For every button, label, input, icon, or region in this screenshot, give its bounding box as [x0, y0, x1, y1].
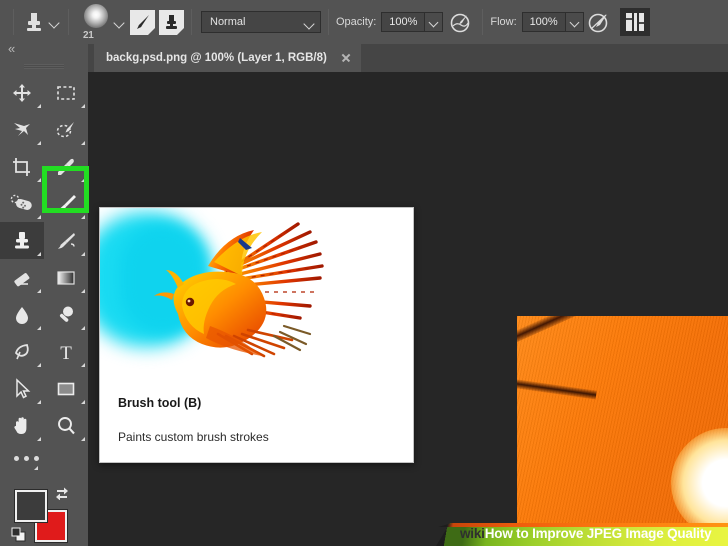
- brush-preview-circle[interactable]: 21: [78, 3, 112, 41]
- sidebar-item-gradient-tool[interactable]: [44, 259, 88, 296]
- brush-tip-preview: [84, 4, 108, 28]
- watermark-title: to Improve JPEG Image Quality: [512, 526, 712, 541]
- flyout-corner-icon: [81, 400, 85, 404]
- flow-chevron-down-icon[interactable]: [565, 12, 584, 32]
- options-bar-separator-4: [482, 9, 484, 35]
- sidebar-item-rectangle-tool[interactable]: [44, 370, 88, 407]
- flyout-corner-icon: [37, 215, 41, 219]
- tooltip-description: Paints custom brush strokes: [118, 430, 269, 444]
- blend-mode-chevron-down-icon[interactable]: [302, 14, 316, 32]
- flyout-corner-icon: [37, 289, 41, 293]
- flyout-corner-icon: [81, 178, 85, 182]
- tooltip-text-block: Brush tool (B) Paints custom brush strok…: [100, 378, 413, 444]
- airbrush-icon[interactable]: [586, 9, 614, 35]
- flyout-corner-icon: [81, 252, 85, 256]
- watermark-wiki: wiki: [460, 526, 485, 541]
- brush-preset-chevron-down-icon[interactable]: [112, 13, 126, 31]
- sidebar-item-dodge-tool[interactable]: [44, 296, 88, 333]
- color-swatches: [0, 484, 88, 546]
- options-bar-separator-2: [191, 9, 192, 35]
- swap-colors-icon[interactable]: [55, 486, 69, 501]
- tool-preset-chevron-down-icon[interactable]: [47, 13, 61, 31]
- sidebar-item-lasso-tool[interactable]: [0, 111, 44, 148]
- flyout-corner-icon: [37, 104, 41, 108]
- flyout-corner-icon: [34, 466, 38, 470]
- flyout-corner-icon: [37, 178, 41, 182]
- opacity-label: Opacity:: [336, 16, 377, 28]
- tooltip-preview-image: [100, 208, 413, 378]
- workspace-switcher-icon[interactable]: [619, 8, 650, 36]
- flow-group: Flow: 100%: [490, 12, 584, 32]
- options-bar-separator-1: [68, 9, 69, 35]
- pressure-opacity-icon[interactable]: [447, 9, 475, 35]
- sidebar-item-path-selection-tool[interactable]: [0, 370, 44, 407]
- sidebar-item-clone-stamp-tool[interactable]: [0, 222, 44, 259]
- default-colors-icon[interactable]: [11, 527, 26, 542]
- flyout-corner-icon: [81, 326, 85, 330]
- sidebar-item-crop-tool[interactable]: [0, 148, 44, 185]
- opacity-input[interactable]: 100%: [381, 12, 426, 32]
- flow-input[interactable]: 100%: [521, 12, 566, 32]
- sidebar-item-pen-tool[interactable]: [0, 333, 44, 370]
- svg-text:T: T: [60, 343, 72, 363]
- flyout-corner-icon: [81, 363, 85, 367]
- edit-toolbar-ellipsis-icon[interactable]: [0, 444, 88, 478]
- clone-source-panel-icon[interactable]: [159, 9, 184, 35]
- sidebar-item-horizontal-type-tool[interactable]: T: [44, 333, 88, 370]
- tool-preset-group: [21, 9, 61, 35]
- flyout-corner-icon: [81, 215, 85, 219]
- flyout-corner-icon: [81, 141, 85, 145]
- opacity-group: Opacity: 100%: [336, 12, 444, 32]
- sidebar-item-eyedropper-tool[interactable]: [44, 148, 88, 185]
- flyout-corner-icon: [37, 400, 41, 404]
- flyout-corner-icon: [37, 437, 41, 441]
- flyout-corner-icon: [37, 326, 41, 330]
- options-bar: 21 Normal Opacity: 100% Flow: 100%: [0, 0, 728, 44]
- flow-label: Flow:: [490, 16, 517, 28]
- sidebar-item-spot-healing-brush-tool[interactable]: [0, 185, 44, 222]
- document-tab-title: backg.psd.png @ 100% (Layer 1, RGB/8): [106, 52, 327, 64]
- opacity-chevron-down-icon[interactable]: [425, 12, 444, 32]
- close-icon[interactable]: [339, 51, 353, 65]
- watermark-how: How: [484, 526, 513, 541]
- brush-tool-tooltip-card: Brush tool (B) Paints custom brush strok…: [99, 207, 414, 463]
- sidebar-item-quick-selection-tool[interactable]: [44, 111, 88, 148]
- collapse-panel-double-chevron-left-icon[interactable]: [0, 41, 88, 60]
- clone-stamp-icon[interactable]: [21, 9, 47, 35]
- sidebar-item-history-brush-tool[interactable]: [44, 222, 88, 259]
- brush-preset-group: 21: [76, 3, 126, 41]
- lionfish-illustration: [154, 222, 324, 358]
- tools-panel-grip: [0, 60, 88, 74]
- flyout-corner-icon: [81, 437, 85, 441]
- brush-panel-icon[interactable]: [130, 9, 155, 35]
- options-bar-grip: [13, 9, 14, 35]
- watermark-text: wikiHow to Improve JPEG Image Quality: [460, 526, 712, 541]
- document-tab-bar: backg.psd.png @ 100% (Layer 1, RGB/8): [88, 44, 728, 72]
- sidebar-item-rectangular-marquee-tool[interactable]: [44, 74, 88, 111]
- options-bar-separator-3: [328, 9, 329, 35]
- flyout-corner-icon: [81, 289, 85, 293]
- sidebar-item-move-tool[interactable]: [0, 74, 44, 111]
- brush-size-label: 21: [83, 30, 94, 41]
- sidebar-item-eraser-tool[interactable]: [0, 259, 44, 296]
- document-tab[interactable]: backg.psd.png @ 100% (Layer 1, RGB/8): [94, 44, 361, 72]
- photoshop-window: 21 Normal Opacity: 100% Flow: 100% « T b…: [0, 0, 728, 546]
- sidebar-item-blur-tool[interactable]: [0, 296, 44, 333]
- wikihow-watermark: wikiHow to Improve JPEG Image Quality: [436, 523, 728, 546]
- flyout-corner-icon: [37, 252, 41, 256]
- tooltip-title: Brush tool (B): [118, 396, 202, 410]
- document-image: [517, 316, 728, 528]
- sidebar-item-hand-tool[interactable]: [0, 407, 44, 444]
- flyout-corner-icon: [37, 363, 41, 367]
- flyout-corner-icon: [37, 141, 41, 145]
- foreground-color-swatch[interactable]: [14, 489, 48, 523]
- tools-panel: T: [0, 41, 88, 546]
- blend-mode-select[interactable]: Normal: [201, 11, 321, 33]
- sidebar-item-zoom-tool[interactable]: [44, 407, 88, 444]
- blend-mode-value: Normal: [210, 16, 246, 28]
- flyout-corner-icon: [81, 104, 85, 108]
- sidebar-item-brush-tool[interactable]: [44, 185, 88, 222]
- ellipsis-dots: [14, 456, 39, 461]
- tool-grid: T: [0, 74, 88, 444]
